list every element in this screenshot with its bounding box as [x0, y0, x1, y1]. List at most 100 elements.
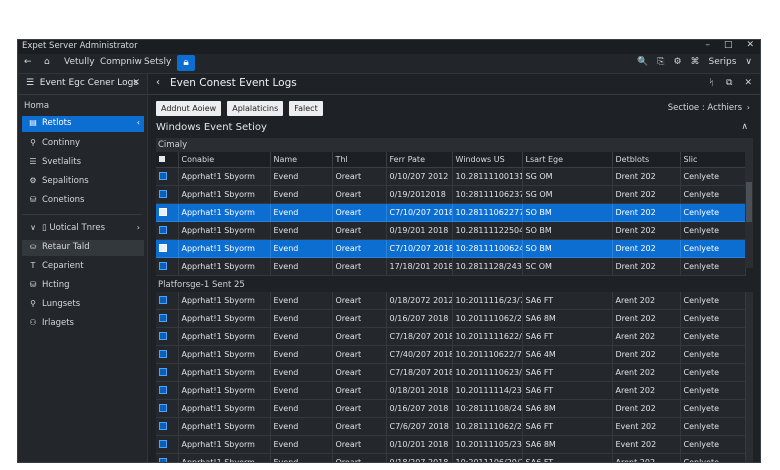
checkbox-icon[interactable] [159, 171, 167, 180]
chevron-down-icon[interactable]: ∨ [745, 57, 752, 67]
add-view-button[interactable]: Addnut Aoiew [156, 101, 222, 116]
checkbox-icon[interactable] [159, 295, 167, 304]
row-checkbox[interactable] [156, 363, 179, 382]
table-row[interactable]: Apprhat!1 Sbyorm Evend Oreart 0/18/2072 201… [156, 292, 746, 310]
row-checkbox[interactable] [156, 345, 179, 364]
row-checkbox[interactable] [156, 221, 179, 240]
checkbox-icon[interactable] [159, 421, 167, 430]
checkbox-icon[interactable] [159, 243, 167, 252]
table-row[interactable]: Apprhat!1 Sbyorm Evend Oreart 0/19/201 2018… [156, 221, 746, 240]
column-header[interactable]: Thl [332, 152, 387, 168]
menu-compniw[interactable]: Compniw [100, 57, 142, 67]
row-checkbox[interactable] [156, 292, 179, 310]
sidebar-item-lungsets[interactable]: ⚲ Lungsets [22, 297, 144, 313]
maximize-button[interactable]: □ [724, 40, 733, 50]
back-arrow-icon[interactable]: ← [24, 57, 32, 67]
copy-icon[interactable]: ⎘ [657, 57, 664, 67]
row-checkbox[interactable] [156, 417, 179, 436]
checkbox-icon[interactable] [159, 439, 167, 448]
sidebar-item-svetlalits[interactable]: ☰ Svetlalits [22, 155, 144, 171]
scrollbar-thumb[interactable] [746, 182, 752, 222]
checkbox-icon[interactable] [159, 225, 167, 234]
scrollbar[interactable] [745, 152, 753, 268]
row-checkbox[interactable] [156, 399, 179, 418]
table-row[interactable]: Apprhat!1 Sbyorm Evend Oreart C7/40/207 201… [156, 345, 746, 364]
table-row[interactable]: Apprhat!1 Sbyorm Evend Oreart 0/16/207 2018… [156, 399, 746, 418]
table-row[interactable]: Apprhat!1 Sbyorm Evend Oreart 0/10/207 2012… [156, 167, 746, 186]
back-chevron-icon[interactable]: ‹ [156, 77, 160, 88]
command-icon[interactable]: ⌘ [691, 57, 700, 67]
table-row[interactable]: Apprhat!1 Sbyorm Evend Oreart 0/19/2012018 1… [156, 185, 746, 204]
column-header[interactable]: Windows US [452, 152, 523, 168]
section-actions-dropdown[interactable]: Sectioe : Acthiers [668, 103, 742, 113]
column-header[interactable]: Slic [680, 152, 746, 168]
column-header[interactable]: Ferr Pate [386, 152, 453, 168]
row-checkbox[interactable] [156, 239, 179, 258]
close-icon[interactable]: ✕ [744, 78, 752, 88]
checkbox-icon[interactable] [159, 189, 167, 198]
row-checkbox[interactable] [156, 309, 179, 328]
collapse-caret-icon[interactable]: ∧ [741, 122, 748, 132]
table-row[interactable]: Apprhat!1 Sbyorm Evend Oreart 0/16/207 2018… [156, 309, 746, 328]
column-header[interactable]: Lsart Ege [522, 152, 613, 168]
column-header[interactable]: Name [270, 152, 333, 168]
table-row[interactable]: Apprhat!1 Sbyorm Evend Oreart 0/10/201 2018… [156, 435, 746, 454]
row-checkbox[interactable] [156, 185, 179, 204]
sidebar-section-label: ▯ Uotical Tnres [42, 223, 105, 233]
settings-icon[interactable]: ⚙ [673, 57, 681, 67]
checkbox-icon[interactable] [159, 261, 167, 270]
select-button[interactable]: Falect [289, 101, 323, 116]
table-row[interactable]: Apprhat!1 Sbyorm Evend Oreart 0/18/201 2018… [156, 381, 746, 400]
sidebar-section-uotical[interactable]: ∨ ▯ Uotical Tnres › [22, 221, 144, 237]
sidebar-item-ceparient[interactable]: T Ceparient [22, 259, 144, 275]
checkbox-icon[interactable] [159, 385, 167, 394]
checkbox-icon[interactable] [159, 313, 167, 322]
menu-vetully[interactable]: Vetully [64, 57, 95, 67]
row-checkbox[interactable] [156, 167, 179, 186]
table-row[interactable]: Apprhat!1 Sbyorm Evend Oreart 17/18/201 201… [156, 257, 746, 276]
close-button[interactable]: ✕ [746, 40, 754, 50]
home-icon[interactable]: ⌂ [44, 57, 50, 67]
minimize-button[interactable]: – [705, 40, 710, 50]
server-menu[interactable]: Serips [709, 57, 737, 67]
table-row[interactable]: Apprhat!1 Sbyorm Evend Oreart C7/10/207 201… [156, 203, 746, 222]
checkbox-icon[interactable] [159, 403, 167, 412]
popout-icon[interactable]: ⧉ [726, 78, 732, 88]
sidebar-item-continny[interactable]: ⚲ Continny [22, 136, 144, 152]
sidebar-divider [22, 214, 142, 215]
row-checkbox[interactable] [156, 435, 179, 454]
table-row[interactable]: Apprhat!1 Sbyorm Evend Oreart C7/6/207 2018… [156, 417, 746, 436]
sidebar-item-hcting[interactable]: ⛁ Hcting [22, 278, 144, 294]
table-row[interactable]: Apprhat!1 Sbyorm Evend Oreart C7/18/207 201… [156, 327, 746, 346]
row-checkbox[interactable] [156, 381, 179, 400]
row-checkbox[interactable] [156, 453, 179, 462]
sidebar-home[interactable]: Homa [24, 101, 49, 111]
checkbox-icon[interactable] [159, 207, 167, 216]
table-body-1: Apprhat!1 Sbyorm Evend Oreart 0/10/207 2012… [156, 167, 746, 276]
applications-button[interactable]: Aplalaticins [227, 101, 284, 116]
column-header[interactable]: Detblots [612, 152, 681, 168]
filter-icon[interactable]: ᛋ [709, 78, 714, 88]
sidebar-item-retlots[interactable]: ▤ Retlots ‹ [22, 116, 144, 132]
checkbox-icon[interactable] [159, 349, 167, 358]
sidebar-item-conetions[interactable]: ⛁ Conetions [22, 193, 144, 209]
sidebar-item-irlagets[interactable]: ⚇ Irlagets [22, 316, 144, 332]
select-all-checkbox[interactable] [156, 152, 179, 168]
table-row[interactable]: Apprhat!1 SbyormEvendOreart0/18/207 2018… [156, 453, 746, 462]
menu-setsly[interactable]: Setsly [144, 57, 171, 67]
search-icon[interactable]: 🔍 [637, 57, 648, 67]
checkbox-icon[interactable] [159, 457, 167, 462]
sidebar-item-retaur-tald[interactable]: ⛀ Retaur Tald [22, 240, 144, 256]
row-checkbox[interactable] [156, 203, 179, 222]
sidebar-item-sepalitions[interactable]: ⚙ Sepalitions [22, 174, 144, 190]
column-header[interactable]: Conabie [178, 152, 271, 168]
checkbox-icon[interactable] [159, 331, 167, 340]
row-checkbox[interactable] [156, 327, 179, 346]
row-checkbox[interactable] [156, 257, 179, 276]
table-row[interactable]: Apprhat!1 Sbyorm Evend Oreart C7/18/207 201… [156, 363, 746, 382]
lock-icon[interactable]: 🔒︎ [177, 55, 195, 71]
close-icon[interactable]: ✕ [132, 78, 140, 88]
cell-type: Oreart [332, 435, 387, 454]
checkbox-icon[interactable] [159, 367, 167, 376]
table-row[interactable]: Apprhat!1 Sbyorm Evend Oreart C7/10/207 201… [156, 239, 746, 258]
